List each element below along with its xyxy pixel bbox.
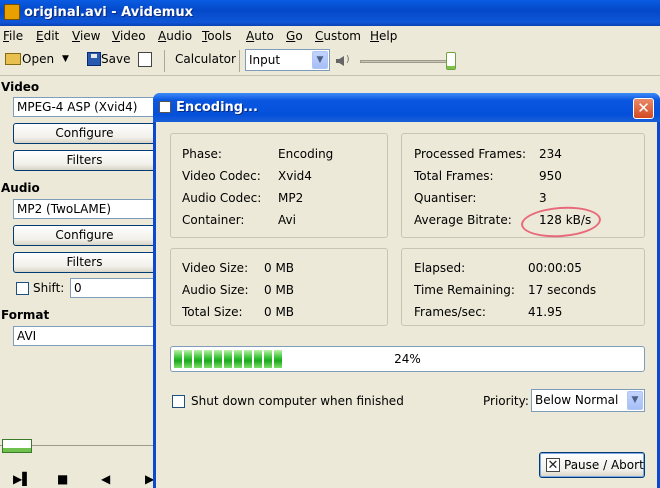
window-title: original.avi - Avidemux <box>24 5 193 20</box>
audio-codec-label: Audio Codec: <box>182 191 262 205</box>
phase-label: Phase: <box>182 147 222 161</box>
container-label: Container: <box>182 213 245 227</box>
progress-percent: 24% <box>394 352 421 366</box>
encoding-dialog: Encoding... ✕ Phase: Encoding Video Code… <box>153 93 660 488</box>
play-icon[interactable]: ▶▌ <box>13 472 31 486</box>
video-filters-button[interactable]: Filters <box>13 150 156 171</box>
format-section-label: Format <box>1 308 50 322</box>
average-bitrate-label: Average Bitrate: <box>414 213 512 227</box>
total-frames-value: 950 <box>539 169 562 183</box>
previous-frame-icon[interactable]: ◀ <box>101 472 110 486</box>
audio-size-value: 0 MB <box>264 283 295 297</box>
left-panel: Video MPEG-4 ASP (Xvid4) Configure Filte… <box>0 77 156 488</box>
video-size-label: Video Size: <box>182 261 249 275</box>
audio-filters-button[interactable]: Filters <box>13 252 156 273</box>
dialog-icon <box>159 101 171 113</box>
menu-custom[interactable]: Custom <box>315 29 361 43</box>
video-size-value: 0 MB <box>264 261 295 275</box>
main-title-bar[interactable]: original.avi - Avidemux <box>0 0 660 26</box>
video-codec-select[interactable]: MPEG-4 ASP (Xvid4) <box>13 97 156 117</box>
priority-select[interactable]: Below Normal ▼ <box>531 389 645 412</box>
processed-frames-label: Processed Frames: <box>414 147 527 161</box>
time-remaining-label: Time Remaining: <box>414 283 515 297</box>
menu-bar: File Edit View Video Audio Tools Auto Go… <box>0 26 660 46</box>
format-select[interactable]: AVI <box>13 326 156 346</box>
menu-auto[interactable]: Auto <box>246 29 274 43</box>
elapsed-label: Elapsed: <box>414 261 466 275</box>
pause-abort-label: Pause / Abort <box>564 458 644 472</box>
phase-value: Encoding <box>278 147 334 161</box>
close-icon[interactable]: ✕ <box>633 98 654 119</box>
time-remaining-value: 17 seconds <box>528 283 597 297</box>
total-size-value: 0 MB <box>264 305 295 319</box>
video-section-label: Video <box>1 80 40 94</box>
video-codec-label: Video Codec: <box>182 169 261 183</box>
menu-help[interactable]: Help <box>370 29 397 43</box>
shutdown-checkbox[interactable] <box>172 395 185 408</box>
frames-per-sec-value: 41.95 <box>528 305 563 319</box>
menu-audio[interactable]: Audio <box>158 29 192 43</box>
pause-abort-button[interactable]: ✕ Pause / Abort <box>539 452 645 478</box>
save-disk-icon[interactable] <box>87 52 101 66</box>
shutdown-label: Shut down computer when finished <box>191 394 404 408</box>
abort-x-icon: ✕ <box>546 458 560 473</box>
audio-configure-button[interactable]: Configure <box>13 225 156 246</box>
audio-size-label: Audio Size: <box>182 283 249 297</box>
shift-label: Shift: <box>33 281 65 295</box>
audio-codec-value: MP2 <box>278 191 304 205</box>
video-codec-value: Xvid4 <box>278 169 312 183</box>
menu-tools[interactable]: Tools <box>202 29 232 43</box>
frames-per-sec-label: Frames/sec: <box>414 305 486 319</box>
timeline-slider-thumb[interactable] <box>2 439 32 453</box>
processed-frames-value: 234 <box>539 147 562 161</box>
menu-edit[interactable]: Edit <box>36 29 59 43</box>
avidemux-app-icon <box>4 4 20 20</box>
volume-slider-thumb[interactable] <box>446 52 456 70</box>
dialog-title: Encoding... <box>176 100 258 115</box>
video-configure-button[interactable]: Configure <box>13 123 156 144</box>
shift-input[interactable]: 0 <box>70 278 156 298</box>
properties-icon[interactable] <box>138 52 152 67</box>
stop-icon[interactable]: ■ <box>57 472 68 486</box>
chevron-down-icon[interactable]: ▼ <box>627 391 643 410</box>
time-stats-group: Elapsed: 00:00:05 Time Remaining: 17 sec… <box>401 248 645 326</box>
menu-view[interactable]: View <box>72 29 100 43</box>
total-frames-label: Total Frames: <box>414 169 494 183</box>
toolbar: Open ▼ Save Calculator Input ▼ ) <box>0 46 660 76</box>
audio-section-label: Audio <box>1 181 40 195</box>
open-dropdown-arrow-icon[interactable]: ▼ <box>62 54 69 64</box>
total-size-label: Total Size: <box>182 305 243 319</box>
open-button[interactable]: Open <box>22 52 54 66</box>
elapsed-value: 00:00:05 <box>528 261 582 275</box>
quantiser-label: Quantiser: <box>414 191 477 205</box>
dialog-title-bar[interactable]: Encoding... ✕ <box>153 93 660 122</box>
calculator-button[interactable]: Calculator <box>175 52 236 66</box>
open-folder-icon[interactable] <box>5 53 21 65</box>
speaker-icon[interactable] <box>336 56 344 66</box>
menu-file[interactable]: File <box>3 29 23 43</box>
menu-go[interactable]: Go <box>286 29 303 43</box>
dialog-body: Phase: Encoding Video Codec: Xvid4 Audio… <box>156 122 657 488</box>
toolbar-separator <box>239 50 240 72</box>
quantiser-value: 3 <box>539 191 547 205</box>
toolbar-separator <box>164 50 165 72</box>
volume-slider-track[interactable] <box>360 60 456 63</box>
encoding-info-group: Phase: Encoding Video Codec: Xvid4 Audio… <box>170 133 388 238</box>
chevron-down-icon[interactable]: ▼ <box>312 51 328 69</box>
audio-codec-select[interactable]: MP2 (TwoLAME) <box>13 199 156 219</box>
save-button[interactable]: Save <box>101 52 130 66</box>
input-select[interactable]: Input ▼ <box>245 49 330 71</box>
encoding-progress-bar: 24% <box>170 346 645 372</box>
shift-checkbox[interactable] <box>16 282 29 295</box>
menu-video[interactable]: Video <box>112 29 146 43</box>
container-value: Avi <box>278 213 296 227</box>
priority-select-value: Below Normal <box>535 393 619 407</box>
sound-wave-icon: ) <box>346 55 350 65</box>
priority-label: Priority: <box>483 394 529 408</box>
output-size-group: Video Size: 0 MB Audio Size: 0 MB Total … <box>170 248 388 326</box>
input-select-value: Input <box>249 53 281 67</box>
